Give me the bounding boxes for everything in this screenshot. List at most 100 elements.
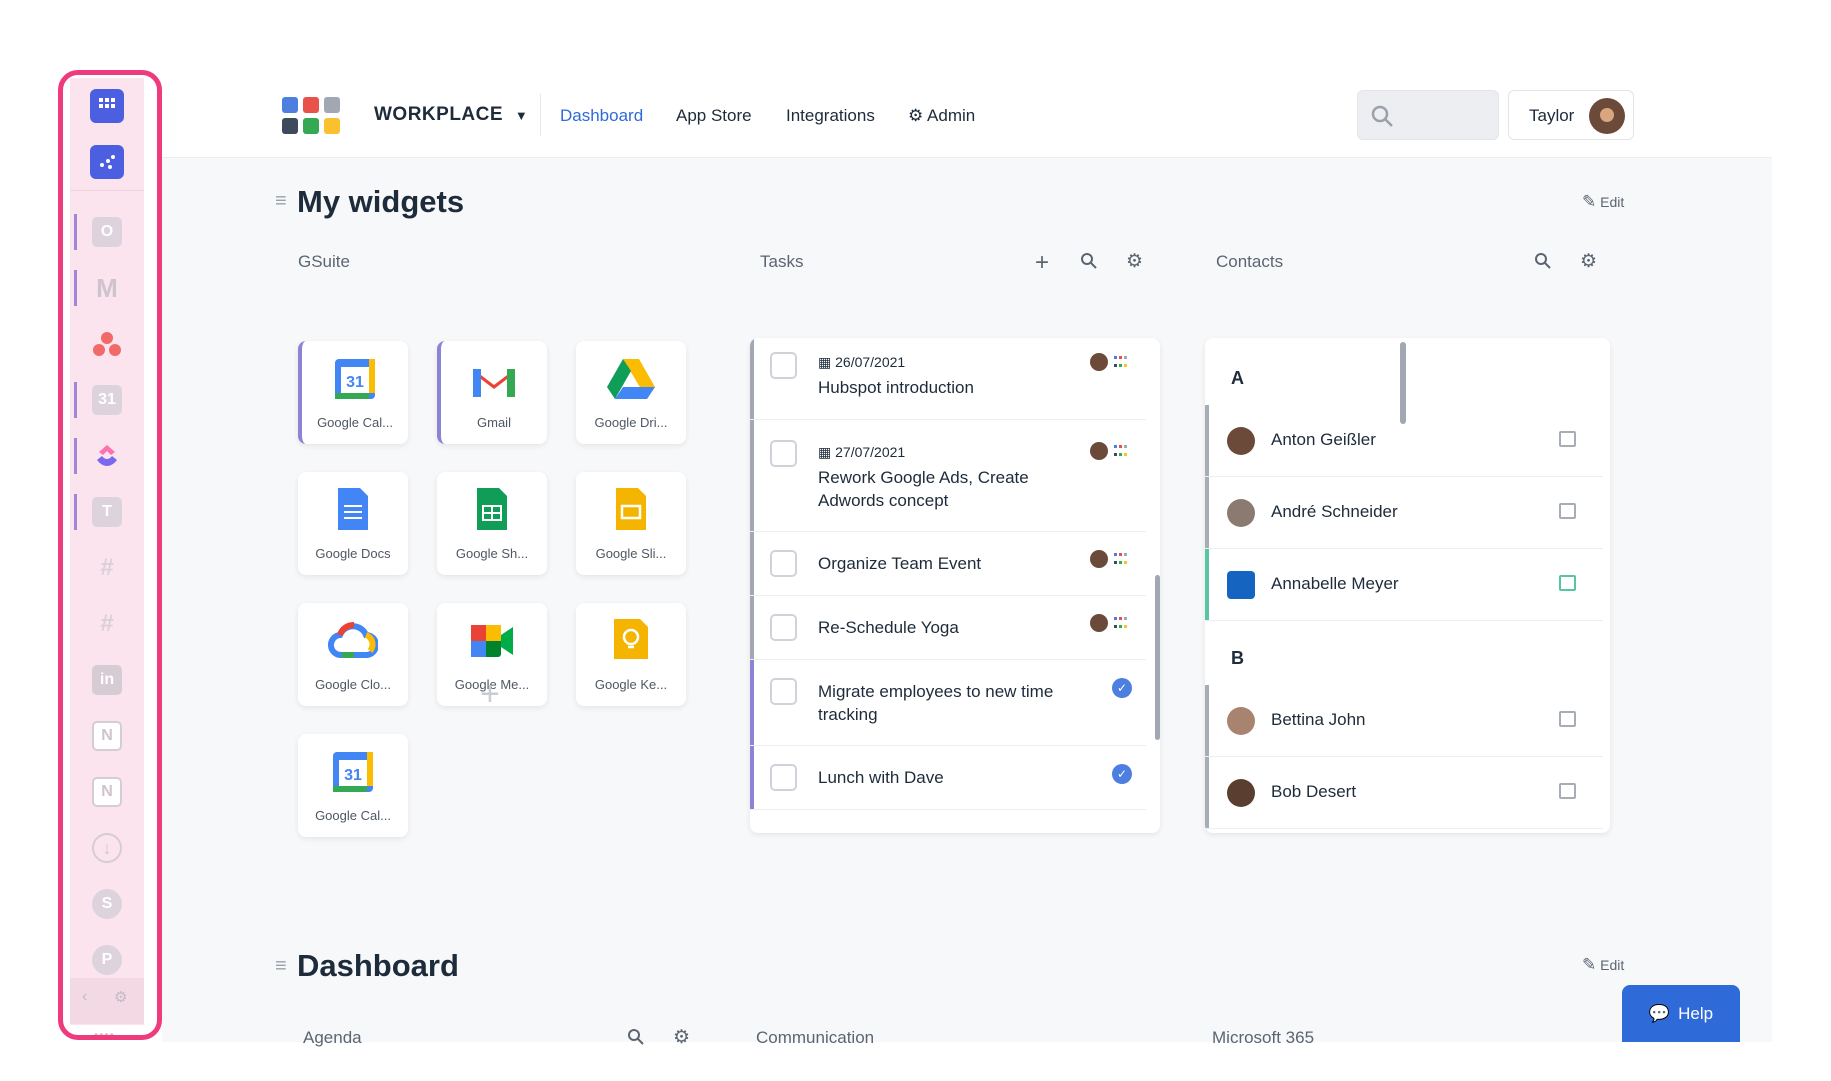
assignee-avatar: [1090, 614, 1108, 632]
agenda-settings-gear-icon[interactable]: ⚙: [673, 1026, 690, 1049]
app-tile-label: Google Cal...: [315, 808, 391, 823]
app-tile-label: Google Clo...: [315, 677, 391, 692]
tasks-scrollbar[interactable]: [1155, 575, 1160, 740]
assignee-avatar: [1090, 550, 1108, 568]
app-tile-label: Google Docs: [315, 546, 391, 561]
edit-label: Edit: [1600, 957, 1625, 973]
mail-icon[interactable]: [1559, 431, 1576, 447]
edit-dashboard-button[interactable]: ✎ Edit: [1582, 955, 1624, 975]
contact-row[interactable]: André Schneider: [1205, 477, 1603, 549]
app-tile-google-docs[interactable]: Google Docs: [298, 472, 408, 575]
task-date-text: 27/07/2021: [835, 444, 906, 460]
task-item[interactable]: Lunch with Dave ✓: [750, 746, 1146, 810]
widget-label-microsoft-365: Microsoft 365: [1212, 1028, 1315, 1047]
checkmark-circle-icon: ✓: [1112, 764, 1132, 784]
task-due-date: ▦ 26/07/2021: [818, 354, 906, 370]
sidebar-highlight-frame: [58, 70, 162, 1040]
app-tile-google-keep[interactable]: Google Ke...: [576, 603, 686, 706]
google-keep-icon: [614, 619, 648, 659]
app-tile-google-drive[interactable]: Google Dri...: [576, 341, 686, 444]
add-task-plus-icon[interactable]: +: [1035, 249, 1049, 277]
app-tile-google-slides[interactable]: Google Sli...: [576, 472, 686, 575]
contact-name: André Schneider: [1271, 502, 1398, 521]
task-item[interactable]: ▦ 26/07/2021 Hubspot introduction: [750, 338, 1146, 420]
app-tile-google-sheets[interactable]: Google Sh...: [437, 472, 547, 575]
task-checkbox[interactable]: [770, 764, 797, 791]
task-checkbox[interactable]: [770, 678, 797, 705]
avatar: [1227, 499, 1255, 527]
contact-row[interactable]: Bob Desert: [1205, 757, 1603, 829]
search-tasks-icon[interactable]: [1080, 252, 1098, 270]
mail-icon[interactable]: [1559, 575, 1576, 591]
nav-dashboard[interactable]: Dashboard: [560, 106, 643, 126]
drag-handle-icon[interactable]: ≡: [275, 190, 287, 213]
app-tile-google-cloud[interactable]: Google Clo...: [298, 603, 408, 706]
add-app-plus-icon[interactable]: +: [480, 675, 500, 714]
task-item[interactable]: ▦ 27/07/2021 Rework Google Ads, Create A…: [750, 420, 1146, 532]
google-drive-icon: [607, 359, 655, 399]
task-checkbox[interactable]: [770, 352, 797, 379]
contacts-settings-gear-icon[interactable]: ⚙: [1580, 250, 1597, 273]
contact-row[interactable]: Annabelle Meyer: [1205, 549, 1603, 621]
mail-icon[interactable]: [1559, 711, 1576, 727]
google-meet-icon: [471, 625, 513, 657]
task-item[interactable]: Migrate employees to new time tracking ✓: [750, 660, 1146, 746]
task-date-text: 26/07/2021: [835, 354, 906, 370]
task-due-date: ▦ 27/07/2021: [818, 444, 906, 460]
app-tile-label: Google Dri...: [594, 415, 668, 430]
search-contacts-icon[interactable]: [1534, 252, 1552, 270]
edit-my-widgets-button[interactable]: ✎ Edit: [1582, 192, 1624, 212]
tasks-settings-gear-icon[interactable]: ⚙: [1126, 250, 1143, 273]
task-color-bar: [750, 420, 754, 531]
widget-label-gsuite: GSuite: [298, 252, 350, 271]
app-tile-gmail[interactable]: Gmail: [437, 341, 547, 444]
pencil-icon: ✎: [1582, 955, 1597, 974]
pencil-icon: ✎: [1582, 192, 1597, 211]
task-item[interactable]: Re-Schedule Yoga: [750, 596, 1146, 660]
avatar: [1227, 707, 1255, 735]
contact-row[interactable]: Bettina John: [1205, 685, 1603, 757]
caret-down-icon: ▼: [514, 108, 529, 123]
app-tile-google-calendar[interactable]: 31 Google Cal...: [298, 341, 408, 444]
contact-name: Bob Desert: [1271, 782, 1357, 801]
task-checkbox[interactable]: [770, 614, 797, 641]
app-tile-label: Gmail: [477, 415, 511, 430]
gear-icon: ⚙: [908, 106, 924, 125]
task-checkbox[interactable]: [770, 440, 797, 467]
task-title: Re-Schedule Yoga: [818, 618, 959, 637]
task-color-bar: [750, 338, 754, 419]
drag-handle-icon[interactable]: ≡: [275, 955, 287, 978]
checkmark-circle-icon: ✓: [1112, 678, 1132, 698]
widget-label-contacts: Contacts: [1216, 252, 1284, 271]
contact-name: Bettina John: [1271, 710, 1366, 729]
task-color-bar: [750, 596, 754, 659]
section-title-dashboard: Dashboard: [297, 948, 459, 983]
task-color-bar: [750, 746, 754, 809]
workspace-switcher[interactable]: WORKPLACE ▼: [374, 104, 528, 126]
contacts-scrollbar[interactable]: [1400, 342, 1406, 424]
user-menu[interactable]: Taylor: [1508, 90, 1634, 140]
app-tile-label: Google Ke...: [594, 677, 668, 692]
mail-icon[interactable]: [1559, 503, 1576, 519]
section-title-my-widgets: My widgets: [297, 184, 465, 219]
contact-group-letter: A: [1231, 368, 1244, 388]
widget-label-agenda: Agenda: [303, 1028, 362, 1047]
svg-text:31: 31: [344, 767, 362, 784]
search-input[interactable]: [1357, 90, 1499, 140]
search-agenda-icon[interactable]: [627, 1028, 645, 1046]
help-button[interactable]: 💬 Help: [1622, 985, 1740, 1042]
mail-icon[interactable]: [1559, 783, 1576, 799]
nav-app-store[interactable]: App Store: [676, 106, 752, 126]
nav-integrations[interactable]: Integrations: [786, 106, 875, 126]
task-color-bar: [750, 660, 754, 745]
widget-label-communication: Communication: [756, 1028, 875, 1047]
chat-bubble-icon: 💬: [1648, 1003, 1671, 1023]
google-calendar-icon: 31: [335, 359, 375, 399]
app-tile-google-calendar-2[interactable]: 31 Google Cal...: [298, 734, 408, 837]
task-item[interactable]: Organize Team Event: [750, 532, 1146, 596]
google-slides-icon: [616, 488, 646, 530]
app-tile-label: Google Cal...: [317, 415, 393, 430]
nav-admin[interactable]: ⚙ Admin: [908, 106, 975, 126]
task-checkbox[interactable]: [770, 550, 797, 577]
google-sheets-icon: [477, 488, 507, 530]
